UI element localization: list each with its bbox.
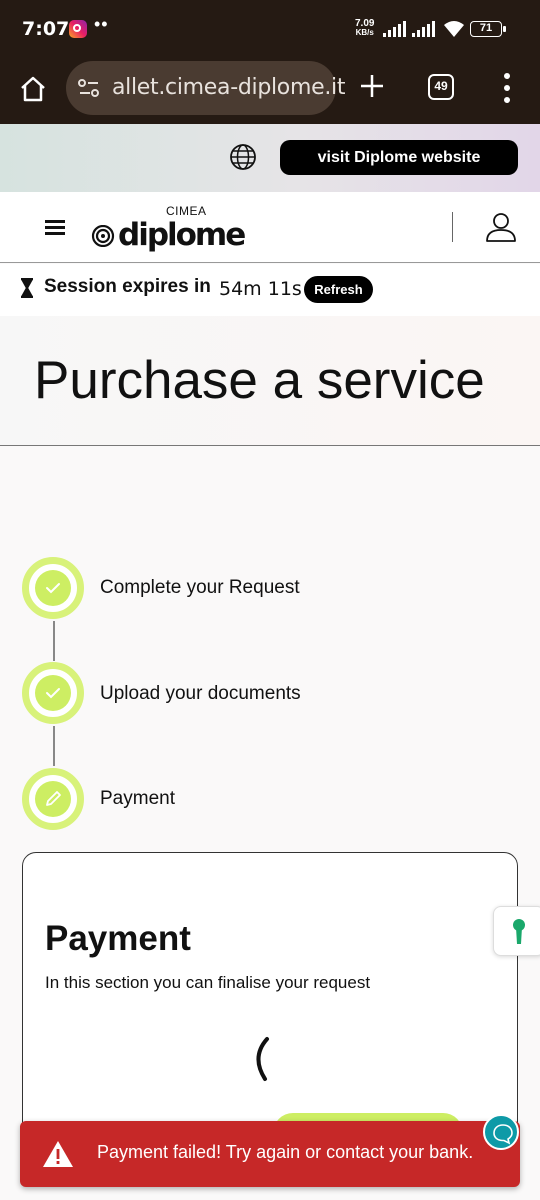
status-time: 7:07 [22,18,70,40]
visit-diplome-website-button[interactable]: visit Diplome website [280,140,518,175]
url-text[interactable]: allet.cimea-diplome.it [112,75,345,100]
site-settings-icon[interactable] [78,78,100,98]
step-connector [53,726,55,766]
browser-menu-icon[interactable] [503,73,511,103]
browser-toolbar: allet.cimea-diplome.it 49 [0,58,540,124]
address-bar[interactable]: allet.cimea-diplome.it [66,61,345,115]
home-icon[interactable] [18,74,48,104]
step-complete-request [22,557,84,619]
accessibility-widget-tab[interactable] [493,906,540,956]
diplome-logo[interactable]: CIMEA diplome [88,204,246,253]
signal-strength-icon [383,21,409,37]
signal-strength-icon-2 [412,21,438,37]
page-title-section: Purchase a service [0,316,540,446]
more-notifications-icon: •• [94,14,109,34]
session-expires-label: Session expires in [44,276,211,297]
refresh-session-button[interactable]: Refresh [304,276,373,303]
instagram-notification-icon [69,20,87,38]
payment-subtitle: In this section you can finalise your re… [45,973,371,992]
language-globe-icon[interactable] [228,142,258,172]
hourglass-icon [21,278,33,298]
logo-wordmark: diplome [118,217,246,253]
logo-swirl-icon [91,225,115,247]
loading-spinner-icon [256,1037,269,1081]
wifi-icon [444,21,464,37]
check-icon [46,583,60,594]
payment-title: Payment [45,919,191,958]
chat-support-button[interactable] [483,1114,519,1150]
check-icon [46,688,60,699]
network-speed: 7.09 KB/s [355,18,375,38]
step-upload-documents [22,662,84,724]
step-label-complete-request: Complete your Request [100,577,300,598]
top-banner: visit Diplome website [0,124,540,192]
header-divider [452,212,453,242]
network-speed-value: 7.09 [355,18,375,29]
payment-failed-alert: Payment failed! Try again or contact you… [20,1121,520,1187]
site-header: CIMEA diplome [0,192,540,263]
session-timer-bar: Session expires in 54m 11s Refresh [0,264,540,316]
step-connector [53,621,55,661]
chat-bubble-icon [493,1124,513,1145]
new-tab-icon[interactable] [358,72,386,100]
battery-icon: 71 [470,21,506,37]
session-time-left: 54m 11s [219,278,302,300]
warning-icon [43,1141,73,1167]
step-label-payment: Payment [100,788,175,809]
alert-message: Payment failed! Try again or contact you… [97,1142,474,1162]
pencil-icon [46,791,61,806]
user-account-icon[interactable] [484,211,518,243]
status-bar: 7:07 •• 7.09 KB/s 71 [0,0,540,58]
page-title: Purchase a service [34,351,485,410]
step-payment [22,768,84,830]
tab-switcher-button[interactable]: 49 [428,74,454,100]
logo-cimea-text: CIMEA [166,204,207,218]
hamburger-menu-icon[interactable] [45,220,65,235]
network-speed-unit: KB/s [355,28,374,37]
keyhole-icon [513,919,525,944]
step-label-upload-documents: Upload your documents [100,683,301,704]
